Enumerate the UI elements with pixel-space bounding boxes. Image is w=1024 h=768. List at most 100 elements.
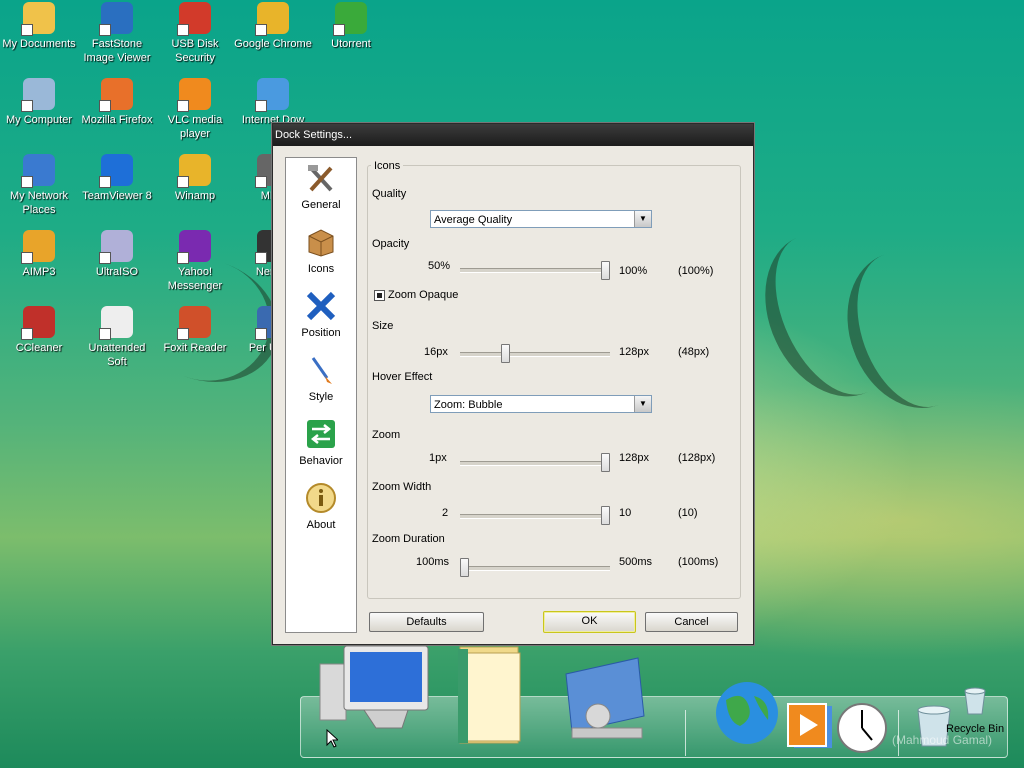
- hover-effect-select[interactable]: Zoom: Bubble ▼: [430, 395, 652, 413]
- opacity-label: Opacity: [372, 238, 410, 250]
- folder-icon[interactable]: [456, 645, 532, 745]
- nav-general[interactable]: General: [286, 158, 356, 222]
- box-icon: [308, 229, 334, 257]
- document-icon: [99, 306, 133, 340]
- zoom-width-current: (10): [678, 507, 698, 519]
- zoom-opaque-checkbox[interactable]: [374, 290, 385, 301]
- nav-label: Style: [308, 391, 334, 403]
- chevron-down-icon[interactable]: ▼: [634, 396, 651, 412]
- chrome-icon: [255, 2, 289, 36]
- desktop-shortcut[interactable]: Internet Dow: [234, 78, 312, 127]
- dialog-title: Dock Settings...: [275, 129, 353, 141]
- desktop-shortcut[interactable]: My Network Places: [0, 154, 78, 217]
- desktop-shortcut-label: CCleaner: [15, 342, 63, 354]
- nav-label: Behavior: [299, 455, 343, 467]
- zoom-duration-slider-track[interactable]: [460, 566, 610, 571]
- desktop-shortcut-label: Foxit Reader: [163, 342, 227, 354]
- zoom-duration-label: Zoom Duration: [372, 533, 445, 545]
- opacity-slider-track[interactable]: [460, 268, 610, 273]
- desktop-shortcut[interactable]: CCleaner: [0, 306, 78, 355]
- quality-value: Average Quality: [434, 214, 513, 226]
- computer-monitor-icon[interactable]: [316, 644, 432, 740]
- desktop-shortcut-label: My Computer: [5, 114, 73, 126]
- desktop-shortcut[interactable]: Mozilla Firefox: [78, 78, 156, 127]
- desktop-shortcut[interactable]: My Computer: [0, 78, 78, 127]
- media-player-icon[interactable]: [786, 702, 834, 750]
- zoom-slider-track[interactable]: [460, 461, 610, 466]
- desktop-shortcut[interactable]: Foxit Reader: [156, 306, 234, 355]
- desktop-shortcut[interactable]: Unattended Soft: [78, 306, 156, 369]
- nav-label: Icons: [307, 263, 335, 275]
- size-current: (48px): [678, 346, 710, 358]
- desktop-shortcut[interactable]: TeamViewer 8: [78, 154, 156, 203]
- clock-icon[interactable]: [836, 702, 888, 754]
- faststone-icon: [99, 2, 133, 36]
- nav-position[interactable]: Position: [286, 286, 356, 350]
- opacity-slider-thumb[interactable]: [601, 261, 610, 280]
- globe-icon[interactable]: [714, 680, 780, 746]
- desktop-shortcut-label: FastStone Image Viewer: [83, 38, 151, 64]
- ccleaner-icon: [21, 306, 55, 340]
- desktop-shortcut[interactable]: Google Chrome: [234, 2, 312, 51]
- desktop-shortcut-label: My Documents: [2, 38, 76, 50]
- nav-behavior[interactable]: Behavior: [286, 414, 356, 478]
- dock-separator: [685, 710, 686, 756]
- quality-select[interactable]: Average Quality ▼: [430, 210, 652, 228]
- desktop-shortcut[interactable]: UltraISO: [78, 230, 156, 279]
- size-label: Size: [372, 320, 394, 332]
- zoom-min: 1px: [429, 452, 447, 464]
- settings-nav: General Icons Position Style Behavior Ab…: [285, 157, 357, 633]
- quality-label: Quality: [372, 188, 407, 200]
- nav-icons[interactable]: Icons: [286, 222, 356, 286]
- defaults-button[interactable]: Defaults: [369, 612, 484, 632]
- desktop-shortcut[interactable]: My Documents: [0, 2, 78, 51]
- info-icon: [306, 483, 336, 513]
- cancel-button[interactable]: Cancel: [645, 612, 738, 632]
- size-slider-track[interactable]: [460, 352, 610, 357]
- zoom-width-slider-thumb[interactable]: [601, 506, 610, 525]
- vlc-icon: [177, 78, 211, 112]
- desktop-shortcut-label: USB Disk Security: [171, 38, 219, 64]
- firefox-icon: [99, 78, 133, 112]
- desktop-shortcut-label: Utorrent: [331, 38, 371, 50]
- utorrent-icon: [333, 2, 367, 36]
- nav-about[interactable]: About: [286, 478, 356, 542]
- network-icon: [21, 154, 55, 188]
- desktop-shortcut[interactable]: Winamp: [156, 154, 234, 203]
- desktop-shortcut[interactable]: FastStone Image Viewer: [78, 2, 156, 65]
- zoom-duration-slider-thumb[interactable]: [460, 558, 469, 577]
- teamviewer-icon: [99, 154, 133, 188]
- desktop-shortcut[interactable]: Utorrent: [312, 2, 390, 51]
- opacity-current: (100%): [678, 265, 714, 277]
- opacity-max: 100%: [619, 265, 648, 277]
- zoom-width-slider-track[interactable]: [460, 514, 610, 519]
- ok-button[interactable]: OK: [543, 611, 636, 633]
- nav-label: General: [301, 199, 341, 211]
- yahoo-icon: [177, 230, 211, 264]
- mouse-cursor-icon: [326, 729, 338, 748]
- nav-label: Position: [301, 327, 341, 339]
- desktop-shortcut[interactable]: VLC media player: [156, 78, 234, 141]
- zoom-duration-min: 100ms: [416, 556, 450, 568]
- zoom-duration-current: (100ms): [678, 556, 719, 568]
- control-panel-icon[interactable]: [558, 654, 648, 744]
- folder-documents-icon: [21, 2, 55, 36]
- recycle-bin-icon[interactable]: [962, 686, 988, 716]
- desktop-shortcut-label: VLC media player: [167, 114, 223, 140]
- desktop-shortcut[interactable]: Yahoo! Messenger: [156, 230, 234, 293]
- size-slider-thumb[interactable]: [500, 344, 510, 363]
- desktop-shortcut-label: AIMP3: [22, 266, 56, 278]
- desktop-shortcut[interactable]: AIMP3: [0, 230, 78, 279]
- desktop-shortcut[interactable]: USB Disk Security: [156, 2, 234, 65]
- desktop-shortcut-label: My Network Places: [9, 190, 69, 216]
- desktop-shortcut-label: Mozilla Firefox: [81, 114, 153, 126]
- swap-arrows-icon: [307, 420, 335, 448]
- desktop-shortcut-label: Unattended Soft: [88, 342, 146, 368]
- size-min: 16px: [424, 346, 448, 358]
- nav-style[interactable]: Style: [286, 350, 356, 414]
- desktop-shortcut-label: TeamViewer 8: [82, 190, 152, 202]
- dialog-titlebar[interactable]: Dock Settings...: [273, 124, 753, 146]
- chevron-down-icon[interactable]: ▼: [634, 211, 651, 227]
- winamp-icon: [177, 154, 211, 188]
- zoom-slider-thumb[interactable]: [601, 453, 610, 472]
